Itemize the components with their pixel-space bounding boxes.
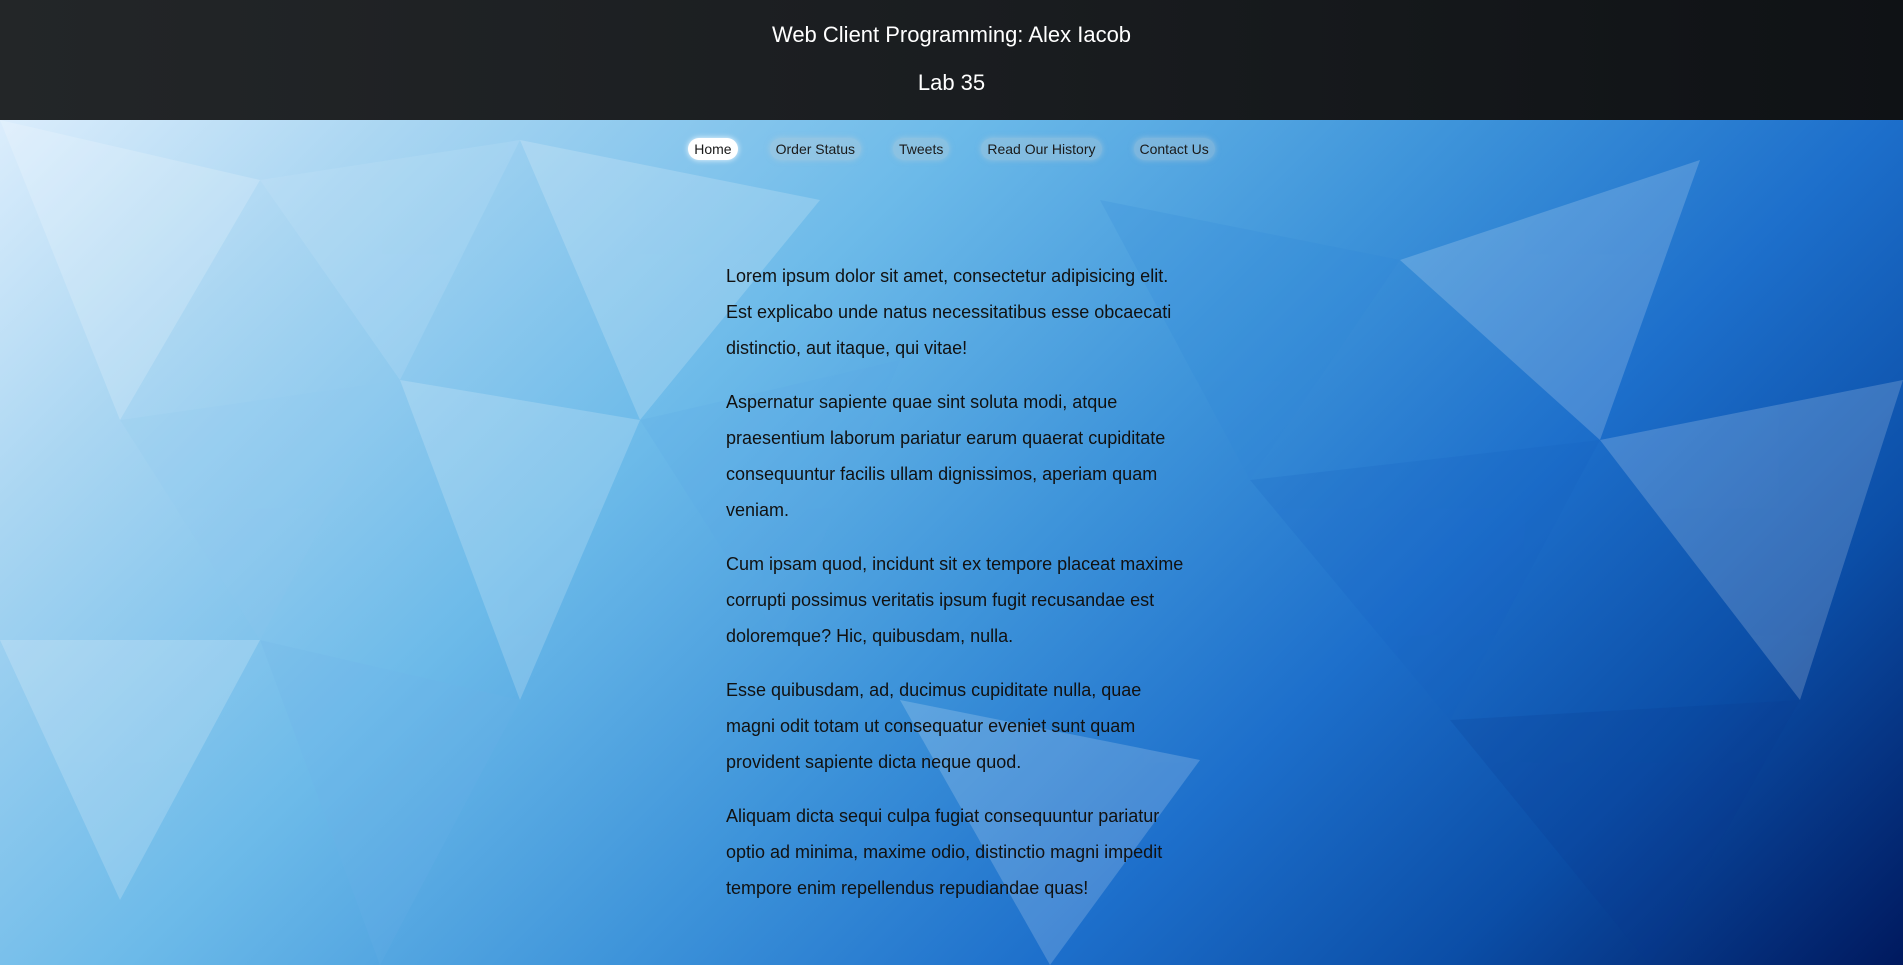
content-paragraph: Esse quibusdam, ad, ducimus cupiditate n…	[726, 680, 1142, 772]
nav-link-read-our-history[interactable]: Read Our History	[981, 138, 1102, 160]
site-title: Web Client Programming: Alex Iacob	[771, 22, 1132, 47]
content-paragraph: Aspernatur sapiente quae sint soluta mod…	[726, 392, 1166, 520]
nav-link-home[interactable]: Home	[688, 138, 738, 160]
content-paragraph: Cum ipsam quod, incidunt sit ex tempore …	[726, 554, 1184, 646]
nav-link-tweets[interactable]: Tweets	[892, 138, 950, 160]
main-nav: Home Order Status Tweets Read Our Histor…	[0, 120, 1903, 180]
content-paragraph: Lorem ipsum dolor sit amet, consectetur …	[726, 266, 1172, 358]
main-content: Lorem ipsum dolor sit amet, consectetur …	[726, 258, 1186, 906]
lab-title: Lab 35	[917, 70, 986, 95]
content-paragraph: Aliquam dicta sequi culpa fugiat consequ…	[726, 806, 1163, 898]
nav-link-order-status[interactable]: Order Status	[769, 138, 861, 160]
site-header: Web Client Programming: Alex Iacob Lab 3…	[0, 0, 1903, 120]
nav-link-contact-us[interactable]: Contact Us	[1133, 138, 1215, 160]
